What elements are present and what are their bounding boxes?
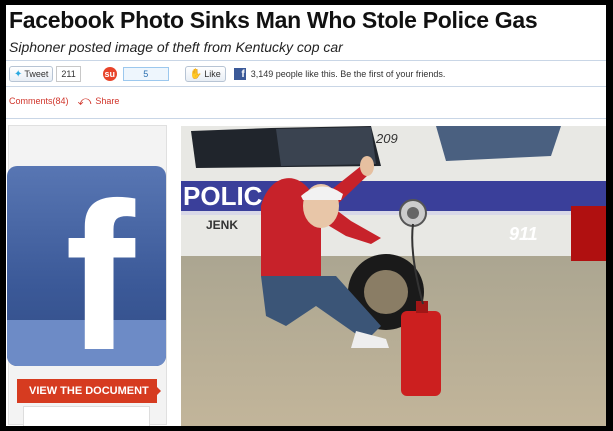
facebook-icon: f: [233, 68, 246, 80]
tail-light: [571, 206, 606, 261]
share-bar: ✦ Tweet 211 su 5 ✋ Like f 3,149 people l…: [9, 64, 445, 84]
tweet-count: 211: [56, 66, 81, 82]
car-window-rear: [276, 127, 376, 166]
article-photo[interactable]: POLIC 911 209 JENK: [181, 126, 606, 426]
thumbs-up-icon: ✋: [189, 68, 203, 80]
gas-opening: [407, 207, 419, 219]
share-link[interactable]: Share: [95, 96, 119, 106]
like-label: Like: [204, 69, 221, 79]
wheel-rim: [364, 270, 408, 314]
tweet-button[interactable]: ✦ Tweet: [9, 66, 54, 82]
divider: [6, 60, 606, 61]
like-button[interactable]: ✋ Like: [184, 66, 226, 82]
article-headline: Facebook Photo Sinks Man Who Stole Polic…: [9, 7, 538, 33]
raised-hand: [360, 156, 374, 176]
facebook-logo[interactable]: f: [7, 166, 166, 382]
gas-can: [401, 311, 441, 396]
car-number: 209: [375, 131, 398, 146]
car-lettering: JENK: [206, 218, 238, 232]
stripe-line: [181, 211, 606, 215]
document-preview[interactable]: [23, 406, 150, 426]
door-text: POLIC: [183, 181, 263, 211]
divider: [6, 118, 606, 119]
article-subhead: Siphoner posted image of theft from Kent…: [9, 39, 343, 55]
article-frame: Facebook Photo Sinks Man Who Stole Polic…: [6, 5, 606, 426]
like-count-text: 3,149 people like this. Be the first of …: [250, 69, 446, 79]
facebook-f-icon: f: [65, 159, 135, 394]
banner-arrow-icon: [149, 379, 161, 403]
twitter-bird-icon: ✦: [14, 68, 23, 80]
comments-link[interactable]: Comments(84): [9, 96, 69, 106]
stumbleupon-icon[interactable]: su: [102, 67, 117, 81]
view-document-button[interactable]: VIEW THE DOCUMENT: [17, 379, 157, 403]
stumbleupon-count: 5: [122, 67, 169, 81]
sidebar-promo: f VIEW THE DOCUMENT: [7, 125, 167, 426]
fender-number: 911: [509, 224, 538, 244]
comments-bar: Comments(84) ⤺ Share: [9, 94, 119, 107]
rear-window: [436, 126, 561, 161]
divider: [6, 86, 606, 87]
tweet-label: Tweet: [24, 69, 49, 79]
photo-illustration: POLIC 911 209 JENK: [181, 126, 606, 426]
share-arrow-icon[interactable]: ⤺: [78, 94, 92, 107]
